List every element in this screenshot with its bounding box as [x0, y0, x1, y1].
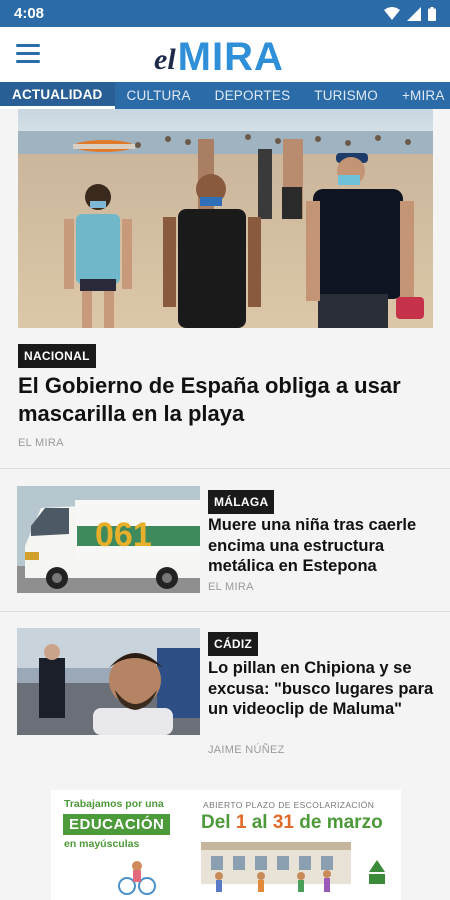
hero-headline[interactable]: El Gobierno de España obliga a usar masc… — [18, 372, 428, 428]
article-1-source: EL MIRA — [208, 581, 254, 593]
article-2-headline[interactable]: Lo pillan en Chipiona y se excusa: "busc… — [208, 658, 438, 720]
divider — [0, 468, 450, 469]
signal-icon — [407, 6, 421, 21]
ad-banner[interactable]: Trabajamos por una EDUCACIÓN en mayúscul… — [51, 790, 401, 900]
news-feed[interactable]: NACIONAL El Gobierno de España obliga a … — [0, 109, 450, 900]
svg-text:061: 061 — [95, 516, 152, 554]
menu-icon[interactable] — [16, 44, 40, 64]
hero-category-badge[interactable]: NACIONAL — [18, 344, 96, 368]
wifi-icon — [384, 7, 400, 20]
divider — [0, 611, 450, 612]
battery-icon — [428, 6, 436, 21]
article-1-headline[interactable]: Muere una niña tras caerle encima una es… — [208, 515, 438, 577]
ad-illustration — [118, 842, 385, 895]
article-1-category-badge[interactable]: MÁLAGA — [208, 490, 275, 514]
article-2-category-badge[interactable]: CÁDIZ — [208, 632, 259, 656]
tab-cultura[interactable]: CULTURA — [115, 82, 203, 109]
article-2-image[interactable] — [17, 628, 200, 735]
tab-actualidad[interactable]: ACTUALIDAD — [0, 82, 115, 109]
hero-image[interactable] — [18, 109, 433, 328]
hero-source: EL MIRA — [18, 437, 64, 449]
app-bar: el MIRA — [0, 27, 450, 82]
status-icons — [384, 6, 436, 21]
tab-deportes[interactable]: DEPORTES — [203, 82, 303, 109]
article-2-source: JAIME NÚÑEZ — [208, 744, 285, 756]
status-bar: 4:08 — [0, 0, 450, 27]
tab-turismo[interactable]: TURISMO — [302, 82, 390, 109]
tab-mas-mira[interactable]: +MIRA — [390, 82, 450, 109]
article-1-image[interactable]: 061 — [17, 486, 200, 593]
status-time: 4:08 — [14, 5, 45, 22]
logo-main: MIRA — [177, 35, 284, 79]
logo-prefix: el — [154, 43, 176, 76]
section-tabs: ACTUALIDAD CULTURA DEPORTES TURISMO +MIR… — [0, 82, 450, 109]
app-logo[interactable]: el MIRA — [154, 33, 284, 77]
